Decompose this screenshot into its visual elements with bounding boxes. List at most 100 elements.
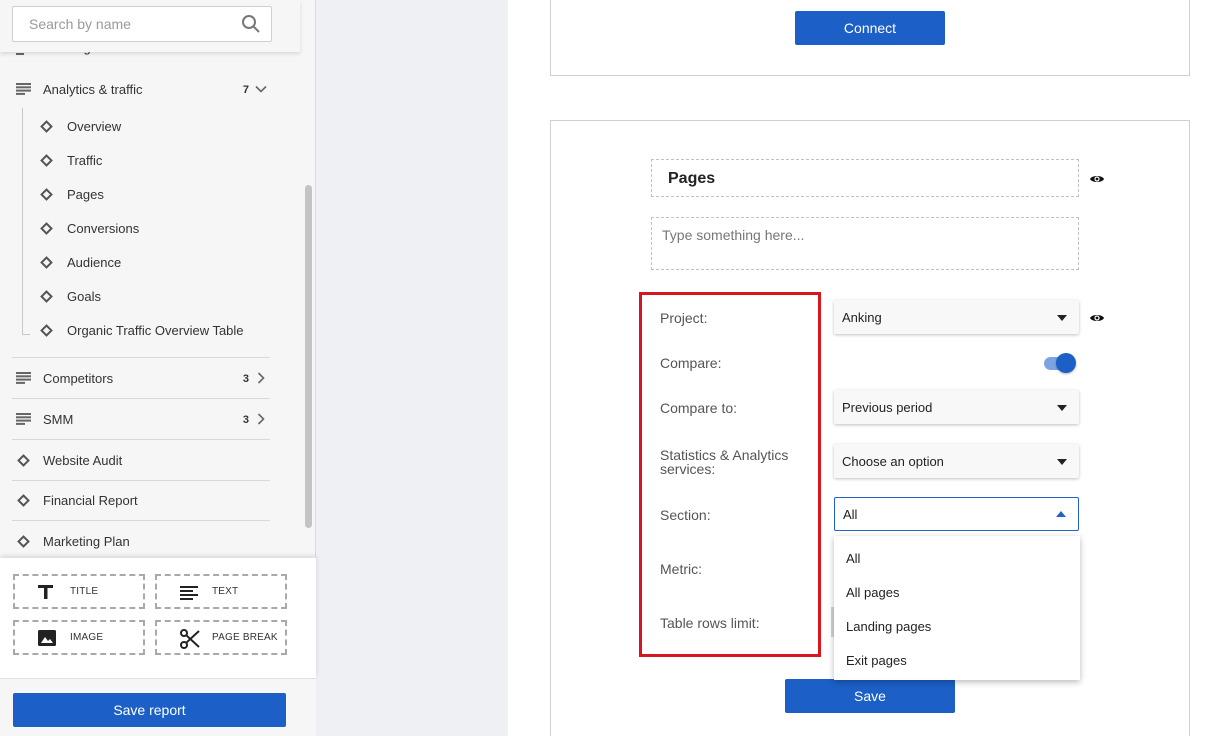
compare-to-select[interactable]: Previous period [834, 390, 1079, 424]
text-icon [179, 582, 199, 605]
sidebar-group-analytics-traffic[interactable]: Analytics & traffic 7 [12, 69, 270, 110]
add-image-widget-button[interactable]: IMAGE [13, 620, 145, 655]
sidebar-group-smm[interactable]: SMM 3 [12, 399, 270, 440]
caret-down-icon [1057, 315, 1067, 321]
add-page-break-widget-button[interactable]: PAGE BREAK [155, 620, 287, 655]
widget-label: TEXT [212, 586, 239, 597]
stats-services-select[interactable]: Choose an option [834, 444, 1079, 478]
diamond-icon [40, 187, 53, 201]
diamond-icon [40, 255, 53, 269]
sidebar: Rankings Analytics & traffic 7 Overview … [0, 0, 316, 736]
list-icon [16, 83, 32, 98]
project-select[interactable]: Anking [834, 300, 1079, 334]
report-page: Connect Pages Project: Compare: Compare … [508, 0, 1207, 736]
sidebar-item-audience[interactable]: Audience [40, 252, 121, 272]
project-label: Project: [660, 310, 708, 326]
select-value: Anking [842, 310, 882, 325]
caret-down-icon [1057, 405, 1067, 411]
sidebar-item-overview[interactable]: Overview [40, 116, 121, 136]
item-label: Overview [67, 118, 122, 134]
metric-label: Metric: [660, 561, 702, 577]
chevron-down-icon[interactable] [254, 82, 268, 99]
pages-widget-card: Pages Project: Compare: Compare to: Stat… [550, 120, 1190, 736]
option-all[interactable]: All [846, 551, 860, 566]
item-label: Audience [67, 254, 122, 270]
add-title-widget-button[interactable]: TITLE [13, 574, 145, 609]
widgets-panel: TITLE TEXT IMAGE PAGE BREAK [0, 558, 316, 678]
diamond-icon [40, 323, 53, 337]
item-label: Pages [67, 186, 104, 202]
compare-to-label: Compare to: [660, 400, 738, 416]
connect-button[interactable]: Connect [795, 11, 945, 45]
widget-description-field[interactable] [651, 217, 1079, 270]
section-dropdown-menu: All All pages Landing pages Exit pages [834, 536, 1080, 680]
group-label: Competitors [43, 371, 114, 386]
sidebar-item-organic-traffic-overview-table[interactable]: Organic Traffic Overview Table [40, 320, 244, 340]
sidebar-item-conversions[interactable]: Conversions [40, 218, 139, 238]
save-button[interactable]: Save [785, 679, 955, 713]
sidebar-item-traffic[interactable]: Traffic [40, 150, 102, 170]
group-label: SMM [43, 412, 74, 427]
group-count-badge: 3 [242, 413, 249, 426]
eye-icon[interactable] [1089, 171, 1105, 190]
select-value: Choose an option [842, 454, 944, 469]
chevron-right-icon[interactable] [254, 371, 268, 388]
list-icon [16, 372, 32, 387]
sidebar-scrollbar[interactable] [305, 185, 312, 528]
sidebar-item-goals[interactable]: Goals [40, 286, 101, 306]
caret-down-icon [1057, 459, 1067, 465]
item-label: Marketing Plan [43, 534, 130, 549]
widget-title: Pages [668, 170, 716, 187]
tree-line-end [22, 334, 30, 335]
sidebar-item-website-audit[interactable]: Website Audit [12, 440, 270, 481]
caret-up-icon [1056, 511, 1066, 517]
chevron-right-icon[interactable] [254, 412, 268, 429]
group-count-badge: 3 [242, 372, 249, 385]
search-icon[interactable] [241, 14, 261, 37]
section-label: Section: [660, 507, 711, 523]
select-value: All [843, 507, 858, 522]
search-input[interactable] [29, 16, 229, 32]
connect-card: Connect [550, 0, 1190, 76]
item-label: Conversions [67, 220, 140, 236]
group-label: Analytics & traffic [43, 82, 143, 97]
list-icon [16, 413, 32, 428]
option-landing-pages[interactable]: Landing pages [846, 619, 931, 634]
item-label: Traffic [67, 152, 103, 168]
widget-title-field[interactable]: Pages [651, 159, 1079, 197]
diamond-icon [17, 454, 30, 467]
title-icon [37, 582, 55, 605]
option-all-pages[interactable]: All pages [846, 585, 899, 600]
option-exit-pages[interactable]: Exit pages [846, 653, 907, 668]
widget-label: TITLE [70, 586, 99, 597]
add-text-widget-button[interactable]: TEXT [155, 574, 287, 609]
toggle-knob [1056, 353, 1076, 373]
widget-label: IMAGE [70, 632, 104, 643]
widget-label: PAGE BREAK [212, 632, 278, 643]
sidebar-group-competitors[interactable]: Competitors 3 [12, 358, 270, 399]
description-input[interactable] [662, 227, 1062, 257]
sidebar-item-pages[interactable]: Pages [40, 184, 104, 204]
compare-toggle[interactable] [1044, 353, 1078, 373]
image-icon [37, 628, 57, 651]
diamond-icon [40, 221, 53, 235]
table-rows-limit-label: Table rows limit: [660, 615, 760, 631]
section-select[interactable]: All [834, 497, 1079, 531]
scissors-icon [179, 628, 201, 653]
tree-line [22, 108, 23, 334]
item-label: Organic Traffic Overview Table [67, 322, 244, 338]
sidebar-item-financial-report[interactable]: Financial Report [12, 480, 270, 521]
item-label: Website Audit [43, 453, 123, 468]
save-report-button[interactable]: Save report [13, 693, 286, 727]
diamond-icon [40, 153, 53, 167]
item-label: Financial Report [43, 493, 138, 508]
diamond-icon [17, 535, 30, 548]
search-box[interactable] [12, 6, 272, 42]
save-report-area: Save report [0, 678, 316, 736]
sidebar-item-marketing-plan[interactable]: Marketing Plan [12, 521, 270, 562]
compare-label: Compare: [660, 355, 722, 371]
diamond-icon [40, 289, 53, 303]
diamond-icon [17, 494, 30, 507]
item-label: Goals [67, 288, 101, 304]
eye-icon[interactable] [1089, 310, 1105, 329]
